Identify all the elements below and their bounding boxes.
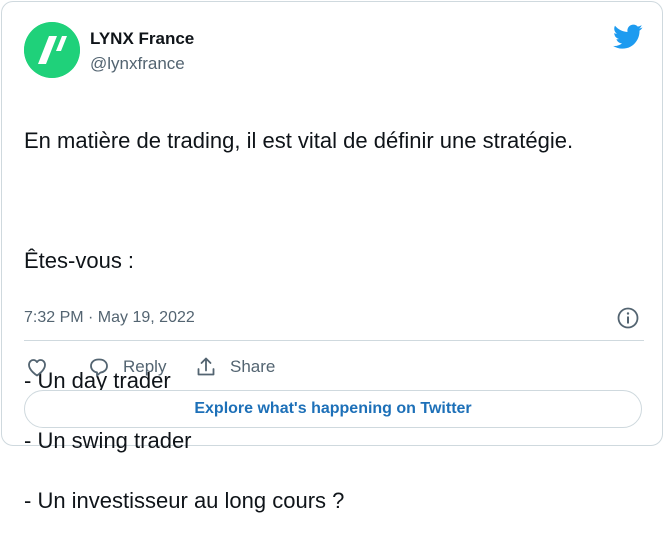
share-button[interactable]: Share	[194, 354, 275, 380]
reply-button[interactable]: Reply	[87, 354, 166, 380]
tweet-line: - Un investisseur au long cours ?	[24, 488, 345, 513]
like-button[interactable]	[25, 354, 49, 380]
author-handle[interactable]: @lynxfrance	[90, 54, 185, 74]
share-label: Share	[230, 357, 276, 376]
share-upload-icon	[194, 355, 218, 379]
heart-icon	[25, 355, 49, 379]
tweet-card: LYNX France @lynxfrance En matière de tr…	[1, 1, 663, 513]
info-icon[interactable]	[616, 306, 640, 330]
divider	[24, 340, 644, 341]
tweet-timestamp[interactable]: 7:32 PM · May 19, 2022	[24, 307, 195, 329]
reply-label: Reply	[123, 357, 167, 376]
tweet-line: Êtes-vous :	[24, 248, 135, 273]
author-display-name[interactable]: LYNX France	[90, 29, 194, 49]
tweet-line: En matière de trading, il est vital de d…	[24, 128, 574, 153]
avatar[interactable]	[24, 22, 80, 78]
lynx-slash-logo-icon	[24, 22, 80, 78]
twitter-bird-icon[interactable]	[613, 24, 643, 50]
speech-bubble-icon	[87, 355, 111, 379]
explore-twitter-button[interactable]: Explore what's happening on Twitter	[24, 390, 642, 428]
tweet-line: - Un swing trader	[24, 428, 192, 453]
